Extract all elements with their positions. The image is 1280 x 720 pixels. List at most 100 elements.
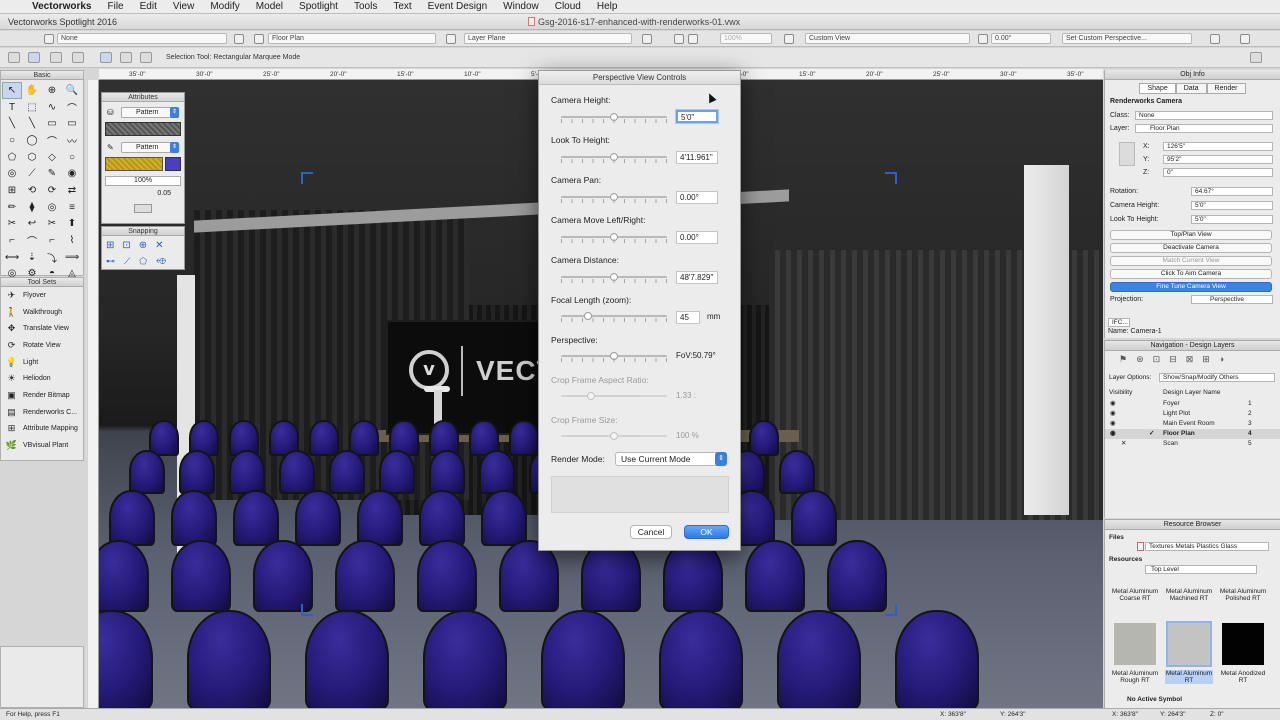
basic-tool-33-icon[interactable]: ↩ (22, 216, 42, 233)
camera-distance-input[interactable]: 48'7.829" (676, 271, 718, 284)
tab-render[interactable]: Render (1206, 83, 1246, 94)
position-grid-icon[interactable] (1119, 142, 1135, 166)
basic-tool-1-icon[interactable]: ✋ (22, 82, 42, 99)
tab-shape[interactable]: Shape (1139, 83, 1176, 94)
line-type-button[interactable] (134, 204, 152, 213)
resource-label[interactable]: Metal Aluminum RT (1165, 670, 1213, 684)
toolset-item-light[interactable]: 💡 Light (1, 354, 83, 371)
crop-corner-tr[interactable] (885, 172, 897, 184)
class-icon[interactable] (44, 34, 54, 44)
angle-field[interactable]: 0.00° (991, 33, 1051, 44)
y-field[interactable]: 95'2" (1163, 155, 1273, 164)
basic-tool-39-icon[interactable]: ⌇ (62, 232, 82, 249)
preferences-icon[interactable] (1250, 52, 1262, 63)
resource-label[interactable]: Metal Aluminum Machined RT (1165, 588, 1213, 602)
basic-tool-30-icon[interactable]: ◎ (42, 199, 62, 216)
basic-tool-2-icon[interactable]: ⊕ (42, 82, 62, 99)
toolset-item-rotate-view[interactable]: ⟳ Rotate View (1, 337, 83, 354)
basic-tool-32-icon[interactable]: ✂ (2, 216, 22, 233)
menu-cloud[interactable]: Cloud (547, 1, 589, 12)
layer-row[interactable]: ◉ Main Event Room 3 (1105, 419, 1280, 429)
click-to-aim-camera-button[interactable]: Click To Aim Camera (1110, 269, 1272, 279)
fill-style-select[interactable]: Pattern ⇕ (121, 107, 179, 118)
toolset-item-translate-view[interactable]: ✥ Translate View (1, 320, 83, 337)
camera-pan-input[interactable]: 0.00° (676, 191, 718, 204)
camera-height-field[interactable]: 5'0" (1191, 201, 1273, 210)
render-mode-icon[interactable] (642, 34, 652, 44)
menu-help[interactable]: Help (589, 1, 626, 12)
menu-file[interactable]: File (99, 1, 131, 12)
basic-tool-16-icon[interactable]: ⬠ (2, 149, 22, 166)
layer-row[interactable]: ✕ Scan 5 (1105, 439, 1280, 449)
menu-modify[interactable]: Modify (202, 1, 247, 12)
basic-tool-25-icon[interactable]: ⟲ (22, 182, 42, 199)
lasso-icon[interactable] (120, 52, 132, 63)
visibility-eye-icon[interactable]: ◉ (1110, 399, 1116, 409)
basic-tool-7-icon[interactable]: ⌒ (62, 99, 82, 116)
basic-tool-28-icon[interactable]: ✏ (2, 199, 22, 216)
basic-tool-4-icon[interactable]: T (2, 99, 22, 116)
plane-icon[interactable] (446, 34, 456, 44)
line-thickness[interactable]: 0.05 (105, 189, 181, 199)
resource-thumbnail[interactable] (1222, 623, 1264, 665)
basic-tool-19-icon[interactable]: ○ (62, 149, 82, 166)
look-height-input[interactable]: 4'11.961" (676, 151, 718, 164)
match-current-view-button[interactable]: Match Current View (1110, 256, 1272, 266)
basic-tool-29-icon[interactable]: ⧫ (22, 199, 42, 216)
render-mode-select[interactable]: Use Current Mode ⇕ (615, 452, 727, 466)
menu-spotlight[interactable]: Spotlight (291, 1, 346, 12)
resource-label[interactable]: Metal Anodized RT (1219, 670, 1267, 684)
basic-tool-31-icon[interactable]: ≡ (62, 199, 82, 216)
menu-edit[interactable]: Edit (132, 1, 165, 12)
resource-label[interactable]: Metal Aluminum Polished RT (1219, 588, 1267, 602)
navigation-view-icons[interactable]: ⚑⊛⊡⊟⊠⊞◑ (1119, 354, 1233, 365)
menu-window[interactable]: Window (495, 1, 547, 12)
crop-corner-br[interactable] (885, 604, 897, 616)
cancel-button[interactable]: Cancel (630, 525, 672, 539)
crop-corner-bl[interactable] (301, 604, 313, 616)
crop-corner-tl[interactable] (301, 172, 313, 184)
camera-move-slider[interactable] (561, 233, 667, 241)
basic-tool-5-icon[interactable]: ⬚ (22, 99, 42, 116)
resource-thumbnail[interactable] (1114, 623, 1156, 665)
basic-tool-18-icon[interactable]: ◇ (42, 149, 62, 166)
basic-tool-41-icon[interactable]: ⇣ (22, 249, 42, 266)
look-to-height-field[interactable]: 5'0" (1191, 215, 1273, 224)
resource-label[interactable]: Metal Aluminum Coarse RT (1111, 588, 1159, 602)
x-field[interactable]: 126'5" (1163, 142, 1273, 151)
resource-label[interactable]: Metal Aluminum Rough RT (1111, 670, 1159, 684)
basic-tool-12-icon[interactable]: ○ (2, 132, 22, 149)
basic-tool-10-icon[interactable]: ▭ (42, 115, 62, 132)
active-class-field[interactable]: None (57, 33, 227, 44)
layer-options-select[interactable]: Show/Snap/Modify Others (1159, 373, 1275, 382)
camera-move-input[interactable]: 0.00° (676, 231, 718, 244)
toolset-item-attribute-mapping[interactable]: ⊞ Attribute Mapping (1, 421, 83, 438)
basic-tool-36-icon[interactable]: ⌐ (2, 232, 22, 249)
layer-select[interactable]: Floor Plan (1135, 124, 1273, 133)
layer-icon[interactable] (234, 34, 244, 44)
toolset-item-flyover[interactable]: ✈ Flyover (1, 287, 83, 304)
toolset-item-walkthrough[interactable]: 🚶 Walkthrough (1, 304, 83, 321)
projection-select[interactable]: Perspective (1191, 295, 1273, 304)
basic-tool-8-icon[interactable]: ╲ (2, 115, 22, 132)
menu-tools[interactable]: Tools (346, 1, 385, 12)
ok-button[interactable]: OK (684, 525, 729, 539)
standard-view-field[interactable]: Custom View (805, 33, 970, 44)
crop-size-slider[interactable] (561, 432, 667, 440)
basic-tool-15-icon[interactable]: 〰 (62, 132, 82, 149)
basic-tool-34-icon[interactable]: ✂ (42, 216, 62, 233)
basic-tool-0-icon[interactable]: ↖ (2, 82, 22, 99)
layer-row[interactable]: ◉ ✓ Floor Plan 4 (1105, 429, 1280, 439)
layer-row[interactable]: ◉ Light Plot 2 (1105, 409, 1280, 419)
visibility-eye-icon[interactable]: ◉ (1110, 409, 1116, 419)
pen-color-swatch[interactable] (165, 157, 181, 171)
camera-height-input[interactable]: 5'0" (676, 110, 718, 123)
rotate-mode-icon[interactable] (28, 52, 40, 63)
top-plan-view-button[interactable]: Top/Plan View (1110, 230, 1272, 240)
visibility-eye-icon[interactable]: ◉ (1110, 429, 1116, 439)
active-layer-field[interactable]: Floor Plan (268, 33, 436, 44)
deactivate-camera-button[interactable]: Deactivate Camera (1110, 243, 1272, 253)
basic-tool-20-icon[interactable]: ◎ (2, 165, 22, 182)
basic-tool-13-icon[interactable]: ◯ (22, 132, 42, 149)
crop-size-knob[interactable] (610, 432, 618, 440)
